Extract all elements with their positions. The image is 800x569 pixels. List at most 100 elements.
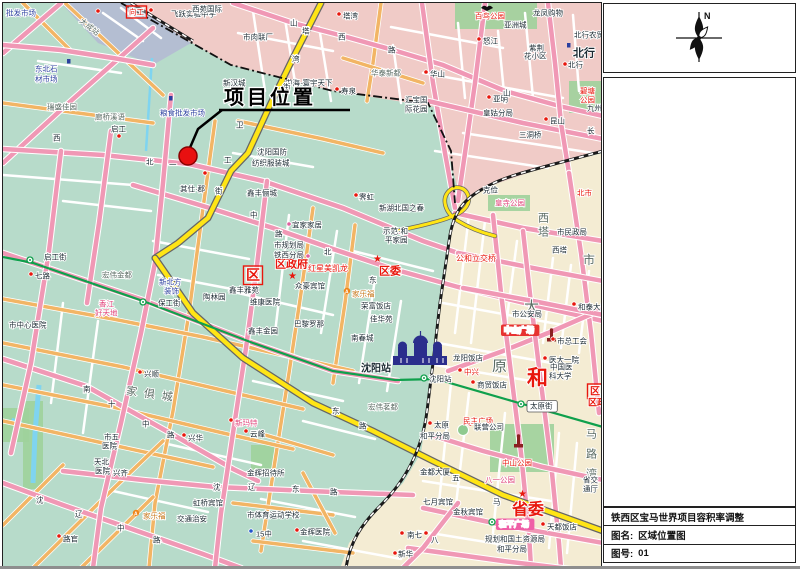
map-label: 汇宝国 — [405, 94, 428, 104]
map-label: 纺织服装城 — [252, 157, 290, 167]
map-label: 15中 — [256, 528, 272, 538]
poi-dot-icon — [335, 87, 339, 91]
poi-dot-icon — [295, 528, 299, 532]
poi-dot-icon — [477, 37, 481, 41]
map-label: 华泰新都 — [371, 67, 401, 77]
map-label: 示范·和 — [383, 225, 408, 235]
poi-dot-icon — [572, 302, 576, 306]
map-graphic: ★★★AA批发市场向工大成站东北石材市场瑞盛佳园廊桥溪语启工粮食批发市场新汉城中… — [3, 3, 601, 566]
map-label: 和平广场 — [499, 518, 529, 528]
railway-station-building-icon — [414, 342, 427, 365]
metro-station-icon — [29, 259, 31, 261]
map-label: 铁西分局 — [274, 249, 304, 259]
north-label: N — [704, 11, 711, 21]
map-label: 区委 — [379, 263, 402, 277]
map-label: 好天地 — [95, 307, 118, 317]
road-name-char: 十 — [108, 398, 116, 408]
project-title-row: 铁西区宝马世界项目容积率调整 — [604, 508, 795, 526]
road-name-char: 路 — [167, 429, 175, 439]
poi-dot-icon — [149, 8, 153, 12]
road-name-char: 路 — [153, 534, 161, 544]
map-label: 碧塘 — [580, 85, 595, 95]
map-canvas: ★★★AA批发市场向工大成站东北石材市场瑞盛佳园廊桥溪语启工粮食批发市场新汉城中… — [2, 2, 602, 567]
poi-dot-icon — [393, 551, 397, 555]
road-name-char: 西 — [338, 32, 346, 41]
map-label: 佳华苑 — [370, 313, 393, 323]
map-label: 沈阳国防 — [257, 146, 287, 156]
poi-dot-icon — [57, 534, 61, 538]
map-label: 八一公园 — [485, 475, 515, 484]
map-label: 新华 — [398, 548, 413, 558]
road-name-char: 工 — [224, 155, 232, 164]
map-label: 天北 — [94, 457, 109, 466]
drawing-number-value: 01 — [638, 548, 649, 559]
map-label: 西苑国际 — [192, 3, 222, 13]
map-label: 中兴 — [464, 366, 479, 376]
map-label: 宏伟金都 — [102, 269, 132, 279]
road-name-char: 塔 — [302, 25, 310, 35]
map-label: 省委 — [511, 500, 545, 519]
poi-dot-icon — [249, 529, 253, 533]
poi-dot-icon — [541, 522, 545, 526]
map-label: 北市 — [577, 187, 592, 197]
road-name-char: 路 — [275, 228, 283, 238]
poi-square-icon — [67, 59, 71, 64]
drawing-name-label: 图名: — [611, 528, 633, 542]
map-label: 中山广场 — [504, 324, 534, 334]
map-label: 皇姑分局 — [483, 107, 513, 117]
road-name-char: 路 — [388, 44, 396, 54]
map-label: 路官 — [63, 533, 78, 543]
road-name-char: 街 — [215, 185, 223, 195]
map-label: 塔 — [538, 225, 549, 238]
drawing-sheet: ★★★AA批发市场向工大成站东北石材市场瑞盛佳园廊桥溪语启工粮食批发市场新汉城中… — [0, 0, 800, 569]
road-name-char: 山 — [290, 17, 298, 27]
road-name-char: 南 — [83, 383, 91, 393]
map-label: 廊桥溪语 — [95, 111, 125, 121]
poi-dot-icon — [203, 171, 207, 175]
road-name-char: 湾 — [292, 53, 300, 63]
map-label: 众豪宾馆 — [295, 280, 325, 290]
map-label: 沈阳站 — [361, 362, 391, 375]
road-name-char: 五 — [452, 473, 460, 482]
road — [303, 473, 335, 533]
compass-box: N — [603, 3, 796, 73]
poi-dot-icon — [424, 70, 428, 74]
map-label: 西塔 — [552, 244, 567, 254]
map-label: 七月宾馆 — [423, 496, 453, 506]
poi-dot-icon — [400, 531, 404, 535]
road-name-char: 沈 — [213, 481, 221, 491]
poi-dot-icon — [117, 134, 121, 138]
drawing-name-value: 区域位置图 — [638, 528, 686, 542]
star-icon: ★ — [518, 489, 527, 500]
map-label: 克俭 — [483, 184, 498, 194]
map-label: 北行 — [568, 59, 583, 69]
road-name-char: 东 — [332, 405, 340, 415]
road-name-char: 八 — [431, 535, 439, 544]
road-name-char: 西 — [53, 133, 61, 142]
map-label: 装饰 — [164, 285, 179, 295]
map-label: 百鸟公园 — [475, 10, 505, 20]
poi-square-icon — [169, 96, 173, 101]
map-label: 云峰 — [250, 428, 265, 438]
map-label: 南春城 — [351, 332, 374, 342]
map-label: 材市场 — [35, 73, 58, 83]
map-label: 金都大厦 — [420, 466, 450, 476]
road-name-char: 东 — [369, 274, 377, 284]
metro-station-icon — [491, 521, 493, 523]
map-label: 科大学 — [549, 370, 572, 380]
road-name-char: 沈 — [36, 494, 44, 504]
map-label: 家乐福 — [143, 510, 166, 520]
map-label: 启工街 — [44, 251, 67, 261]
map-label: 保工街 — [158, 297, 181, 307]
map-label: 和 — [527, 367, 548, 390]
poi-dot-icon — [138, 370, 142, 374]
poi-dot-icon — [287, 222, 291, 226]
map-label: 七路 — [35, 270, 50, 280]
map-label: 和平分局 — [420, 431, 450, 440]
road-name-char: 长 — [587, 125, 595, 135]
map-label: 龙阳饭店 — [453, 352, 483, 362]
map-label: 市规划局 — [274, 239, 304, 249]
map-label: 北行 — [573, 45, 595, 59]
road-name-char: 路 — [330, 486, 338, 496]
statue-icon — [517, 437, 520, 445]
